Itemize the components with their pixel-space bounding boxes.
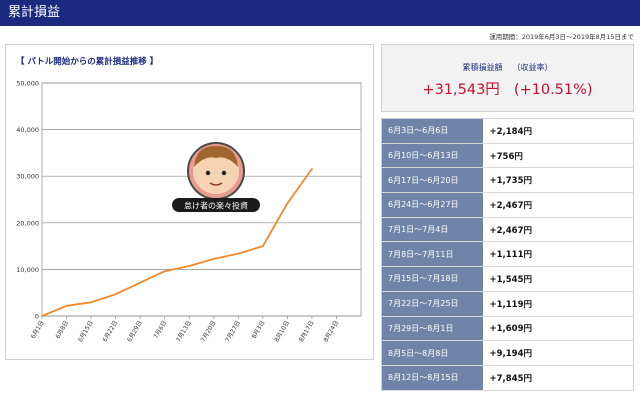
- table-row: 7月8日〜7月11日 +1,111円: [381, 241, 634, 268]
- value-cell: +9,194円: [482, 340, 634, 366]
- period-cell: 6月10日〜6月13日: [381, 143, 483, 169]
- watermark-caption: 怠け者の楽々投資: [184, 201, 248, 211]
- page-title-text: 累計損益: [8, 5, 61, 20]
- summary-panel: 累積損益額 （収益率） +31,543円 (+10.51%): [381, 44, 634, 112]
- avatar-left-eye: [205, 170, 211, 176]
- x-tick-label: 6月8日: [54, 320, 70, 341]
- series-point: [41, 315, 43, 317]
- value-cell: +2,467円: [482, 192, 634, 218]
- y-tick-label: 10,000: [16, 266, 39, 274]
- cumulative-pl-chart: 0 10,000 20,000 30,000 40,000 50,000 6月1日 6月8日 6…: [16, 80, 362, 344]
- table-row: 7月22日〜7月25日 +1,119円: [381, 291, 634, 317]
- value-cell: +1,609円: [482, 316, 634, 342]
- x-tick-label: 6月22日: [102, 320, 120, 344]
- table-row: 7月29日〜8月1日 +1,609円: [381, 316, 634, 342]
- series-point: [163, 270, 166, 273]
- table-row: 6月24日〜6月27日 +2,467円: [381, 192, 634, 218]
- period-cell: 6月3日〜6月6日: [381, 118, 483, 144]
- table-row: 7月15日〜7月18日 +1,545円: [381, 266, 634, 292]
- y-tick-label: 30,000: [16, 173, 39, 181]
- value-cell: +1,545円: [482, 266, 634, 292]
- y-tick-label: 0: [35, 313, 39, 321]
- chart-heading: 【 バトル開始からの累計損益推移 】: [16, 57, 159, 67]
- table-row: 8月5日〜8月8日 +9,194円: [381, 340, 634, 366]
- value-cell: +756円: [482, 143, 634, 169]
- period-cell: 7月22日〜7月25日: [381, 291, 483, 317]
- weekly-results-table: 6月3日〜6月6日 +2,184円 6月10日〜6月13日 +756円 6月17日〜6月…: [381, 118, 634, 391]
- operation-period: 運用期間：2019年6月3日〜2019年8月15日まで: [489, 33, 634, 41]
- period-cell: 7月15日〜7月18日: [381, 266, 483, 292]
- series-point: [188, 265, 191, 267]
- y-tick-label: 20,000: [16, 219, 39, 227]
- summary-value-row: +31,543円 (+10.51%): [382, 78, 633, 99]
- x-tick-label: 8月17日: [298, 320, 316, 344]
- period-cell: 8月5日〜8月8日: [381, 340, 483, 366]
- table-row: 6月17日〜6月20日 +1,735円: [381, 167, 634, 194]
- y-tick-label: 40,000: [16, 126, 39, 134]
- x-tick-label: 8月3日: [251, 320, 267, 341]
- series-point: [65, 304, 68, 307]
- y-tick-label: 50,000: [16, 80, 39, 88]
- table-row: 6月3日〜6月6日 +2,184円: [381, 118, 634, 144]
- series-point: [261, 245, 264, 248]
- x-tick-label: 7月13日: [175, 320, 193, 344]
- x-tick-label: 7月20日: [200, 320, 218, 344]
- x-tick-label: 7月27日: [224, 320, 242, 344]
- value-cell: +1,735円: [482, 167, 634, 194]
- value-cell: +2,467円: [482, 217, 634, 243]
- value-cell: +2,184円: [482, 118, 634, 144]
- series-point: [212, 257, 215, 260]
- summary-label-sub: （収益率）: [512, 63, 553, 72]
- value-cell: +1,119円: [482, 291, 634, 317]
- x-tick-label: 7月6日: [153, 320, 169, 341]
- series-point: [311, 168, 313, 170]
- x-tick-label: 6月29日: [126, 320, 144, 344]
- summary-label-row: 累積損益額 （収益率）: [382, 62, 633, 73]
- period-cell: 7月1日〜7月4日: [381, 217, 483, 243]
- period-cell: 6月17日〜6月20日: [381, 167, 483, 194]
- period-cell: 7月8日〜7月11日: [381, 241, 483, 268]
- table-row: 7月1日〜7月4日 +2,467円: [381, 217, 634, 243]
- summary-rate: (+10.51%): [513, 82, 593, 98]
- summary-amount: +31,543円: [422, 82, 500, 98]
- period-cell: 7月29日〜8月1日: [381, 316, 483, 342]
- series-point: [286, 202, 289, 205]
- summary-label: 累積損益額: [462, 63, 503, 72]
- series-point: [237, 252, 240, 255]
- period-cell: 6月24日〜6月27日: [381, 192, 483, 218]
- x-tick-label: 6月15日: [77, 320, 95, 344]
- chart-panel: 0 10,000 20,000 30,000 40,000 50,000 6月1日 6月8日 6…: [5, 44, 374, 360]
- x-tick-label: 8月10日: [273, 320, 291, 344]
- value-cell: +1,111円: [482, 241, 634, 268]
- period-cell: 8月12日〜8月15日: [381, 365, 483, 391]
- table-row: 8月12日〜8月15日 +7,845円: [381, 365, 634, 391]
- avatar-right-eye: [221, 170, 227, 176]
- value-cell: +7,845円: [482, 365, 634, 391]
- x-tick-label: 6月1日: [30, 320, 46, 341]
- x-tick-label: 8月24日: [322, 320, 340, 344]
- page-title: 累計損益: [0, 0, 640, 26]
- table-row: 6月10日〜6月13日 +756円: [381, 143, 634, 169]
- series-point: [139, 281, 142, 284]
- series-point: [90, 301, 92, 304]
- series-point: [114, 293, 117, 296]
